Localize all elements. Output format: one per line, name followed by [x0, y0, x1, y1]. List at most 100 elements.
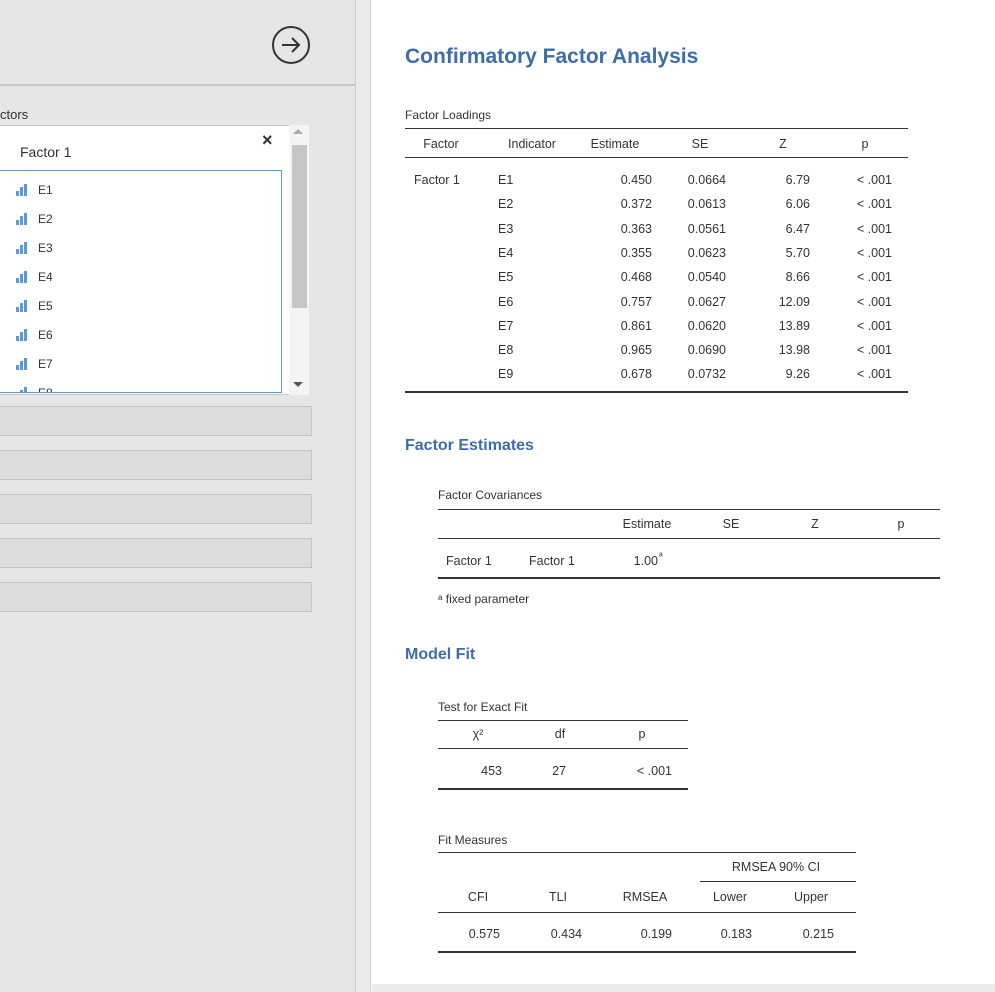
z-cell: 5.70	[785, 245, 810, 260]
options-panel: ctors Factor 1 × E1 E2 E3 E4 E5 E6 E7 E8	[0, 0, 355, 992]
z-cell: 9.26	[785, 367, 810, 382]
table-footnote: ᵃ fixed parameter	[438, 592, 530, 606]
se-cell: 0.0732	[687, 367, 726, 382]
scroll-up-icon[interactable]	[293, 129, 303, 134]
column-header: p	[861, 137, 869, 151]
list-item-e7[interactable]: E7	[16, 354, 53, 374]
tli-value: 0.434	[550, 927, 582, 941]
factor-drop-box[interactable]	[0, 538, 312, 568]
cfi-value: 0.575	[468, 927, 500, 941]
estimate-cell: 0.757	[620, 294, 652, 309]
z-cell: 6.47	[785, 221, 810, 236]
panel-splitter[interactable]	[355, 0, 371, 992]
table-rule	[405, 157, 908, 158]
p-cell: < .001	[856, 318, 892, 333]
indicator-cell: E8	[498, 343, 514, 358]
factor-drop-box[interactable]	[0, 450, 312, 480]
estimate-cell: 0.372	[620, 197, 652, 212]
indicator-cell: E9	[498, 367, 514, 382]
factor-covariances-title: Factor Covariances	[438, 488, 543, 502]
covariance-factor-a: Factor 1	[446, 554, 492, 568]
indicator-cell: E1	[498, 173, 514, 187]
estimate-cell: 0.861	[620, 318, 652, 333]
scroll-down-icon[interactable]	[293, 382, 303, 387]
indicator-cell: E6	[498, 294, 514, 309]
column-header: p	[897, 517, 905, 531]
column-header: Factor	[423, 137, 459, 151]
table-rule	[438, 509, 940, 510]
list-item-e2[interactable]: E2	[16, 209, 53, 229]
p-cell: < .001	[856, 221, 892, 236]
table-rule	[438, 748, 688, 749]
table-rule	[438, 951, 856, 953]
p-cell: < .001	[856, 343, 892, 358]
df-value: 27	[552, 764, 566, 778]
arrow-right-circle-icon[interactable]	[272, 26, 310, 64]
factor-estimates-heading: Factor Estimates	[405, 437, 534, 454]
table-rule	[405, 128, 908, 129]
fixed-parameter-superscript: ᵃ	[659, 551, 663, 562]
table-rule	[700, 881, 856, 882]
se-cell: 0.0540	[687, 270, 726, 285]
se-cell: 0.0623	[687, 245, 726, 260]
factor-variable-list[interactable]: E1 E2 E3 E4 E5 E6 E7 E8	[0, 170, 282, 393]
factor-drop-box[interactable]	[0, 406, 312, 436]
remove-factor-icon[interactable]: ×	[262, 131, 273, 149]
column-header: Estimate	[622, 517, 672, 531]
indicator-cell: E5	[498, 270, 514, 285]
z-cell: 6.06	[785, 197, 810, 212]
indicator-cell: E7	[498, 318, 514, 333]
table-rule	[438, 577, 940, 579]
z-cell: 12.09	[778, 294, 810, 309]
rmsea-lower-value: 0.183	[720, 927, 752, 941]
se-cell: 0.0664	[687, 173, 726, 187]
continuous-variable-icon	[16, 298, 32, 312]
table-rule	[438, 912, 856, 913]
estimate-cell: 0.450	[620, 173, 652, 187]
indicator-cell: E3	[498, 221, 514, 236]
se-cell: 0.0613	[687, 197, 726, 212]
table-rule	[438, 720, 688, 721]
p-cell: < .001	[856, 294, 892, 309]
column-header: Lower	[712, 890, 748, 904]
rmsea-value: 0.199	[640, 927, 672, 941]
se-cell: 0.0561	[687, 221, 726, 236]
list-item-e1[interactable]: E1	[16, 180, 53, 200]
estimate-cell: 0.678	[620, 367, 652, 382]
continuous-variable-icon	[16, 327, 32, 341]
exact-fit-title: Test for Exact Fit	[438, 700, 528, 714]
list-item-e6[interactable]: E6	[16, 325, 53, 345]
factors-label: ctors	[0, 107, 29, 122]
indicator-cell: E2	[498, 197, 514, 212]
z-cell: 8.66	[785, 270, 810, 285]
list-item-e3[interactable]: E3	[16, 238, 53, 258]
continuous-variable-icon	[16, 269, 32, 283]
list-item-e5[interactable]: E5	[16, 296, 53, 316]
factor-list-scrollbar[interactable]	[289, 125, 309, 395]
covariance-estimate: 1.00	[633, 554, 658, 568]
chi-square-value: 453	[481, 764, 502, 778]
continuous-variable-icon	[16, 385, 32, 392]
model-fit-heading: Model Fit	[405, 646, 476, 663]
continuous-variable-icon	[16, 240, 32, 254]
factor-drop-box[interactable]	[0, 582, 312, 612]
estimate-cell: 0.468	[620, 270, 652, 285]
se-cell: 0.0690	[687, 343, 726, 358]
column-header: Z	[811, 517, 819, 531]
factor-cell: Factor 1	[414, 173, 460, 187]
column-header: Upper	[793, 890, 829, 904]
factor-name-field[interactable]: Factor 1	[20, 144, 71, 160]
panel-divider	[0, 84, 355, 86]
list-item-e8[interactable]: E8	[16, 383, 53, 392]
scroll-thumb[interactable]	[292, 145, 307, 308]
se-cell: 0.0620	[687, 318, 726, 333]
analysis-title: Confirmatory Factor Analysis	[405, 45, 699, 68]
column-header: RMSEA	[622, 890, 668, 904]
table-rule	[438, 538, 940, 539]
list-item-e4[interactable]: E4	[16, 267, 53, 287]
z-cell: 6.79	[785, 173, 810, 187]
factor-drop-box[interactable]	[0, 494, 312, 524]
p-cell: < .001	[856, 197, 892, 212]
estimate-cell: 0.363	[620, 221, 652, 236]
table-rule	[438, 852, 856, 853]
